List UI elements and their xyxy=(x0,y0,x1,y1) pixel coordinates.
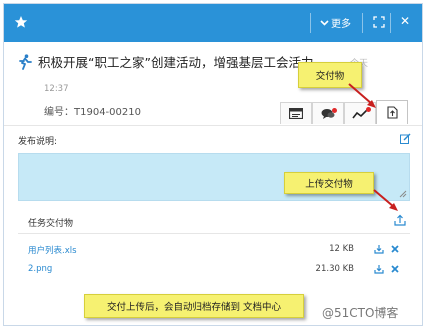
task-detail-window: 更多 ✕ 积极开展“职工之家”创建活动，增强基层工会活力 今天 12:37 编号… xyxy=(3,3,423,326)
arrow-to-tab xyxy=(348,83,373,105)
arrow-to-upload xyxy=(373,189,395,208)
annotation-arrows xyxy=(348,83,398,211)
watermark: @51CTO博客 xyxy=(322,306,399,320)
